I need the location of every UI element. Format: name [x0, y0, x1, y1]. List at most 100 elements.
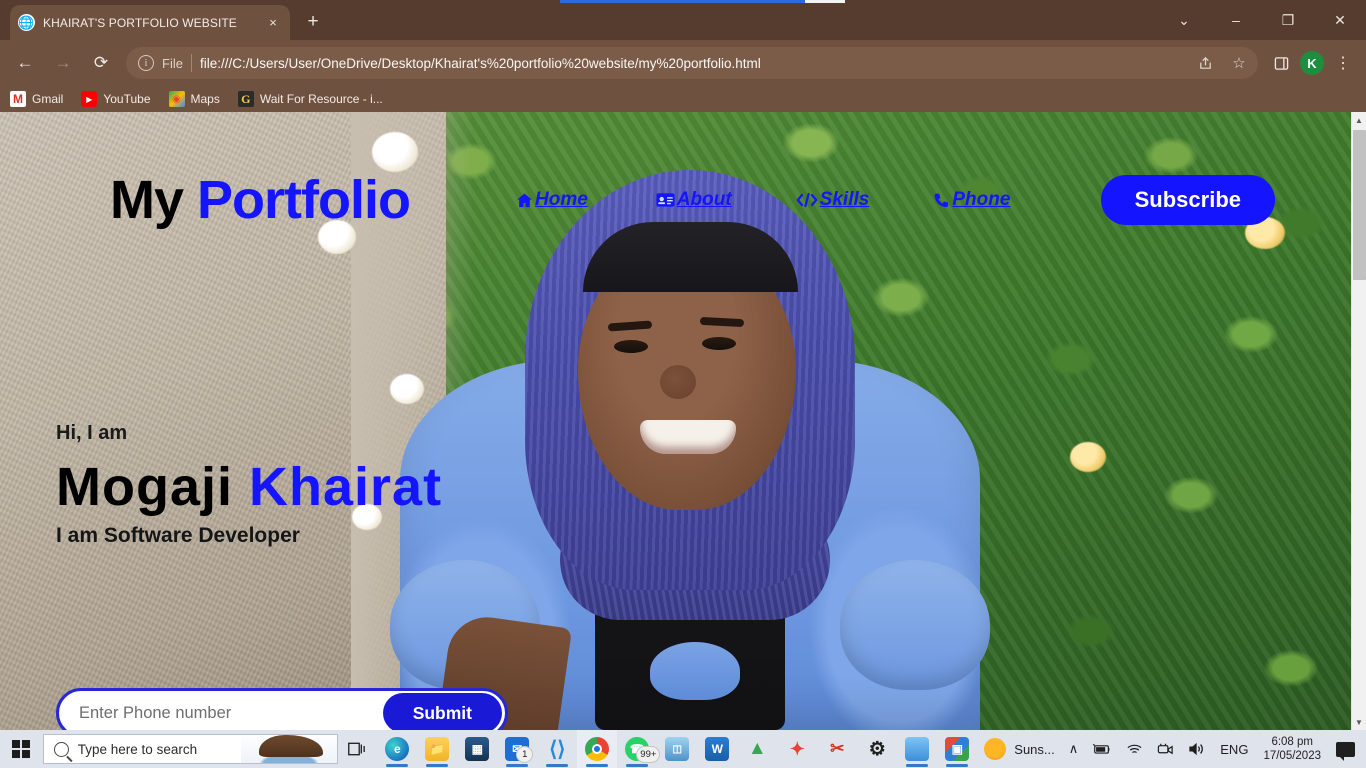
search-icon [53, 741, 69, 757]
scrollbar-thumb[interactable] [1353, 130, 1366, 280]
browser-toolbar: ← → ⟳ i File file:///C:/Users/User/OneDr… [0, 40, 1366, 86]
site-brand: My Portfolio [110, 169, 411, 231]
nav-item-skills[interactable]: Skills [796, 189, 870, 211]
url-text: file:///C:/Users/User/OneDrive/Desktop/K… [199, 55, 761, 71]
bookmark-label: YouTube [103, 92, 151, 106]
portfolio-page: My Portfolio Home About Skills Phone Sub… [0, 112, 1351, 730]
language-indicator[interactable]: ENG [1213, 730, 1255, 768]
bookmark-youtube[interactable]: ▶ YouTube [81, 91, 151, 107]
nav-label: Skills [819, 189, 870, 210]
clock-time: 6:08 pm [1271, 735, 1313, 748]
clock-date: 17/05/2023 [1263, 750, 1321, 762]
site-header: My Portfolio Home About Skills Phone Sub… [0, 164, 1351, 236]
taskbar-app-google-drive[interactable]: ▲ [737, 730, 777, 768]
tab-title: KHAIRAT'S PORTFOLIO WEBSITE [43, 15, 237, 30]
bookmark-label: Maps [190, 92, 220, 106]
reload-button[interactable]: ⟳ [84, 46, 118, 80]
taskbar-app-snipping-tool[interactable]: ✂ [817, 730, 857, 768]
taskbar-app-visual-studio-code[interactable]: ⟨⟩ [537, 730, 577, 768]
taskbar-app-google-chrome[interactable] [577, 730, 618, 768]
taskbar-app-google-photos[interactable]: ✦ [777, 730, 817, 768]
hero-name: Mogaji Khairat [56, 459, 576, 516]
nav-item-phone[interactable]: Phone [933, 189, 1010, 211]
taskbar-app-whatsapp[interactable]: ☎ 99+ [617, 730, 661, 768]
bookmark-label: Gmail [32, 92, 64, 106]
maximize-button[interactable]: ❐ [1262, 0, 1314, 40]
globe-icon: 🌐 [18, 14, 35, 31]
taskbar-app-file-explorer[interactable]: 📁 [417, 730, 457, 768]
profile-avatar[interactable]: K [1300, 51, 1324, 75]
youtube-icon: ▶ [81, 91, 98, 107]
share-icon[interactable] [1192, 50, 1218, 76]
taskbar-app-mail[interactable]: ✉ 1 [497, 730, 537, 768]
minimize-button[interactable]: – [1210, 0, 1262, 40]
back-button[interactable]: ← [8, 46, 42, 80]
taskbar-app-onedrive-folder[interactable] [897, 730, 937, 768]
address-bar[interactable]: i File file:///C:/Users/User/OneDrive/De… [126, 47, 1258, 79]
search-placeholder: Type here to search [77, 741, 198, 757]
divider [190, 54, 192, 72]
page-scrollbar[interactable]: ▲ ▼ [1351, 112, 1366, 730]
page-info-icon[interactable]: i [138, 55, 154, 71]
nav-item-home[interactable]: Home [516, 189, 588, 211]
hero-greeting: Hi, I am [56, 422, 128, 444]
nav-label: Phone [952, 189, 1011, 210]
bookmark-gmail[interactable]: M Gmail [10, 91, 63, 107]
taskbar-app-microsoft-word[interactable]: W [697, 730, 737, 768]
camera-icon[interactable] [1150, 730, 1181, 768]
hero-role: I am Software Developer [56, 523, 300, 547]
volume-icon[interactable] [1181, 730, 1213, 768]
phone-input[interactable] [79, 691, 383, 730]
weather-widget[interactable]: Suns... [977, 730, 1061, 768]
clock[interactable]: 6:08 pm 17/05/2023 [1255, 735, 1329, 764]
wifi-icon[interactable] [1119, 730, 1150, 768]
taskbar-app-microsoft-edge[interactable]: e [377, 730, 417, 768]
nav-item-about[interactable]: About [656, 189, 732, 211]
star-icon[interactable]: ☆ [1226, 50, 1252, 76]
nose [660, 365, 696, 399]
brand-part-2: Portfolio [197, 170, 411, 230]
show-hidden-icons-button[interactable]: ∧ [1062, 730, 1086, 768]
code-icon [796, 192, 818, 208]
taskbar-app-remote-desktop[interactable]: ◫ [657, 730, 697, 768]
bookmark-wait-for-resource[interactable]: G Wait For Resource - i... [237, 91, 383, 107]
url-scheme-label: File [162, 55, 183, 71]
new-tab-button[interactable]: + [300, 10, 326, 36]
close-icon[interactable]: × [264, 14, 282, 32]
browser-tab[interactable]: 🌐 KHAIRAT'S PORTFOLIO WEBSITE × [10, 5, 290, 40]
eye [702, 337, 736, 350]
taskbar-search-box[interactable]: Type here to search [42, 734, 339, 764]
submit-button[interactable]: Submit [382, 693, 502, 730]
taskbar-app-settings[interactable]: ⚙ [857, 730, 897, 768]
window-controls: ⌄ – ❐ ✕ [1158, 0, 1366, 40]
gmail-icon: M [10, 91, 26, 107]
nav-label: About [676, 189, 732, 210]
page-load-progress [560, 0, 845, 3]
scroll-up-arrow-icon[interactable]: ▲ [1352, 112, 1366, 128]
google-maps-icon: ◉ [168, 91, 185, 107]
battery-icon[interactable] [1085, 730, 1119, 768]
scroll-down-arrow-icon[interactable]: ▼ [1352, 714, 1366, 730]
home-icon [516, 192, 533, 209]
taskbar-app-microsoft-store[interactable]: ▦ [457, 730, 497, 768]
belt-knot [650, 642, 740, 700]
task-view-icon[interactable] [338, 730, 377, 768]
forward-button[interactable]: → [46, 46, 80, 80]
page-viewport: My Portfolio Home About Skills Phone Sub… [0, 112, 1366, 730]
eye [614, 340, 648, 353]
badge-count: 1 [516, 746, 534, 763]
side-panel-icon[interactable] [1266, 48, 1296, 78]
flower [1070, 442, 1106, 472]
bookmark-maps[interactable]: ◉ Maps [168, 91, 220, 107]
windows-taskbar: Type here to search e 📁 ▦ ✉ 1 [0, 730, 1366, 768]
windows-start-icon[interactable] [0, 730, 43, 768]
browser-menu-icon[interactable]: ⋮ [1328, 48, 1358, 78]
search-banner-image [241, 735, 338, 763]
smile [640, 420, 736, 454]
tab-search-chevron-icon[interactable]: ⌄ [1158, 0, 1210, 40]
notification-icon[interactable] [1329, 730, 1362, 768]
close-window-button[interactable]: ✕ [1314, 0, 1366, 40]
subscribe-button[interactable]: Subscribe [1100, 175, 1275, 225]
taskbar-app-winrar[interactable]: ▣ [937, 730, 977, 768]
weather-label: Suns... [1014, 741, 1055, 757]
